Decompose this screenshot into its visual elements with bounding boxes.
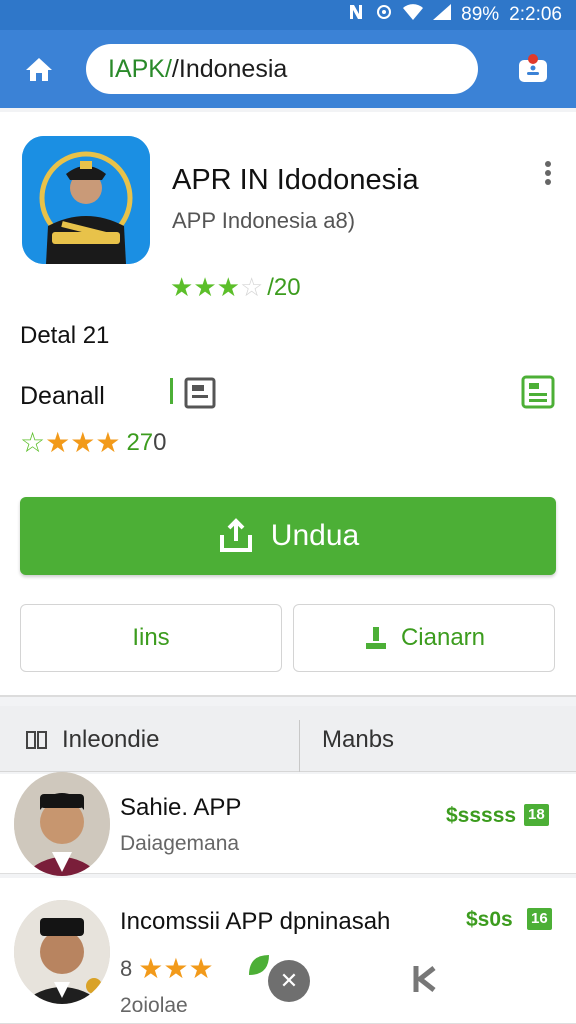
list-item[interactable]: Incomssii APP dpninasah 8 ★ ★ ★ 2oiolae … <box>0 878 576 1024</box>
price: $sssss <box>446 804 517 827</box>
app-detail-card: APR IN Idodonesia APP Indonesia a8) ★ ★ … <box>0 112 576 697</box>
star-icon: ★ <box>163 953 189 984</box>
app-subtitle: APP Indonesia a8) <box>172 208 356 233</box>
download-label: Deanall <box>20 382 105 410</box>
list-item-subtitle: Daiagemana <box>120 832 240 855</box>
clock: 2:2:06 <box>509 3 562 25</box>
document-icon[interactable] <box>168 376 218 410</box>
star-icon: ★ <box>216 272 240 302</box>
back-nav-button[interactable] <box>412 964 438 1002</box>
list-item-title: Sahie. APP <box>120 794 242 821</box>
rating-count-tail: 0 <box>153 428 167 456</box>
list-item-subtitle: 2oiolae <box>120 994 188 1017</box>
tab-manbs[interactable]: Manbs <box>322 726 394 754</box>
section-tabs: Inleondie Manbs <box>0 706 576 772</box>
star-icon: ★ <box>70 427 96 458</box>
tabs-icon <box>519 54 547 82</box>
avatar <box>14 772 110 876</box>
star-icon: ★ <box>45 427 71 458</box>
list-item-rating: 8 ★ ★ ★ <box>120 952 214 985</box>
list-item[interactable]: Sahie. APP Daiagemana $sssss 18 <box>0 772 576 876</box>
close-button[interactable]: ✕ <box>268 960 310 1002</box>
star-outline-icon: ☆ <box>20 427 46 458</box>
rating-count: 270 <box>126 429 166 457</box>
signal-icon <box>433 4 452 25</box>
close-icon: ✕ <box>279 968 299 993</box>
download-button-label: Undua <box>270 519 360 552</box>
rating-count-main: 27 <box>126 428 154 456</box>
home-button[interactable] <box>22 52 56 86</box>
document-list-icon[interactable] <box>520 374 556 410</box>
star-empty-icon: ☆ <box>239 272 264 302</box>
install-icon <box>365 627 386 649</box>
detail-label: Detal 21 <box>20 322 110 349</box>
secondary-left-label: Iins <box>132 624 170 651</box>
app-rating-secondary: ☆ ★ ★ ★ 270 <box>20 426 167 459</box>
wifi-icon <box>403 4 424 25</box>
price-badge: 16 <box>527 908 552 930</box>
secondary-right-label: Cianarn <box>400 624 486 651</box>
secondary-button-left[interactable]: Iins <box>20 604 282 672</box>
rating-text: /20 <box>267 273 301 301</box>
download-button[interactable]: Undua <box>20 497 556 575</box>
officer-portrait-icon <box>22 136 150 264</box>
list-item-title: Incomssii APP dpninasah <box>120 908 391 935</box>
chevron-left-icon <box>413 966 436 992</box>
book-icon <box>26 731 47 749</box>
tab-divider <box>299 720 300 772</box>
star-icon: ★ <box>193 272 217 302</box>
price-badge: 18 <box>524 804 549 826</box>
price: $s0s <box>466 908 513 931</box>
overflow-menu-button[interactable] <box>542 158 554 188</box>
download-icon <box>219 518 252 552</box>
url-text: /Indonesia <box>171 54 288 83</box>
star-icon: ★ <box>95 427 121 458</box>
url-prefix: IAPK/ <box>108 54 172 83</box>
battery-text: 89% <box>461 3 500 25</box>
vibrate-icon <box>375 3 393 26</box>
app-icon[interactable] <box>22 136 150 264</box>
home-icon <box>26 58 52 81</box>
rating-lead: 8 <box>120 955 133 981</box>
url-bar[interactable]: IAPK//Indonesia <box>86 44 478 94</box>
browser-toolbar: IAPK//Indonesia <box>0 30 576 108</box>
secondary-button-right[interactable]: Cianarn <box>293 604 555 672</box>
nfc-icon <box>347 3 365 26</box>
star-icon: ★ <box>170 272 194 302</box>
star-icon: ★ <box>138 953 164 984</box>
status-bar: 89% 2:2:06 <box>0 0 576 30</box>
app-title: APR IN Idodonesia <box>172 164 419 196</box>
star-icon: ★ <box>188 953 214 984</box>
avatar <box>14 900 110 1004</box>
tabs-button[interactable] <box>516 52 550 86</box>
tab-inleondie[interactable]: Inleondie <box>62 726 159 754</box>
app-rating: ★ ★ ★ ☆ /20 <box>170 272 301 303</box>
